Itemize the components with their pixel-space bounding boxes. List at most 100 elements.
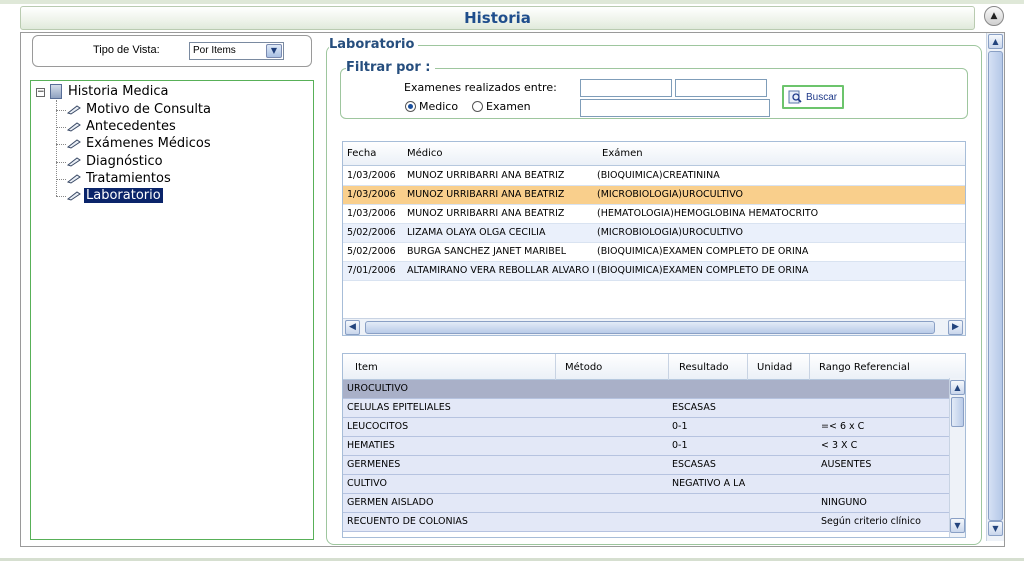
table-cell: LIZAMA OLAYA OLGA CECILIA — [407, 227, 546, 238]
chevron-down-icon[interactable]: ▼ — [266, 44, 282, 58]
tree-connector — [56, 144, 66, 146]
date-to-input[interactable] — [675, 79, 767, 97]
tree-connector — [56, 178, 66, 180]
exams-hscroll-thumb[interactable] — [365, 321, 935, 334]
scroll-right-icon[interactable]: ▶ — [948, 320, 963, 335]
results-vscrollbar[interactable]: ▲ ▼ — [949, 378, 965, 537]
col-header-unidad[interactable]: Unidad — [757, 362, 792, 373]
tree-connector — [56, 196, 66, 197]
table-cell: NEGATIVO A LA — [672, 478, 746, 489]
table-cell: RECUENTO DE COLONIAS — [347, 516, 468, 527]
col-header-item[interactable]: Item — [355, 362, 378, 373]
col-header-resultado[interactable]: Resultado — [679, 362, 729, 373]
table-cell: CULTIVO — [347, 478, 387, 489]
vista-label: Tipo de Vista: — [93, 44, 160, 56]
tree-connector — [56, 161, 66, 163]
table-row[interactable]: GERMENES ESCASAS AUSENTES — [343, 456, 949, 475]
table-cell: 5/02/2006 — [347, 246, 396, 257]
col-divider — [747, 354, 748, 380]
table-row[interactable]: 5/02/2006 LIZAMA OLAYA OLGA CECILIA (MICRO… — [343, 224, 965, 243]
table-row[interactable]: 1/03/2006 MUÑOZ URRIBARRI ANA BEATRIZ (MIC… — [343, 186, 965, 205]
pencil-icon — [67, 139, 81, 149]
search-input[interactable] — [580, 99, 770, 117]
table-row[interactable]: 1/03/2006 MUÑOZ URRIBARRI ANA BEATRIZ (BIO… — [343, 167, 965, 186]
col-divider — [668, 354, 669, 380]
table-cell: 1/03/2006 — [347, 170, 396, 181]
scroll-down-icon[interactable]: ▼ — [950, 518, 965, 533]
table-cell: 0-1 — [672, 440, 688, 451]
date-range-label: Examenes realizados entre: — [404, 81, 557, 94]
table-cell: (BIOQUIMICA)EXAMEN COMPLETO DE ORINA — [597, 265, 809, 276]
group-label: UROCULTIVO — [347, 383, 409, 394]
table-row[interactable]: HEMATIES 0-1 < 3 X C — [343, 437, 949, 456]
tree-item-diagnostico[interactable]: Diagnóstico — [86, 154, 163, 169]
table-row[interactable]: CELULAS EPITELIALES ESCASAS — [343, 399, 949, 418]
radio-examen-label[interactable]: Examen — [486, 100, 531, 113]
table-cell: HEMATIES — [347, 440, 395, 451]
date-from-input[interactable] — [580, 79, 672, 97]
table-row[interactable]: 1/03/2006 MUÑOZ URRIBARRI ANA BEATRIZ (HEM… — [343, 205, 965, 224]
radio-medico-label[interactable]: Medico — [419, 100, 458, 113]
table-row[interactable]: GERMEN AISLADO NINGUNO — [343, 494, 949, 513]
tree-item-tratamientos[interactable]: Tratamientos — [86, 171, 171, 186]
vista-panel: Tipo de Vista: Por Items ▼ — [32, 35, 312, 67]
document-icon — [50, 84, 62, 99]
table-row[interactable]: LEUCOCITOS 0-1 =< 6 x C — [343, 418, 949, 437]
table-row[interactable]: RECUENTO DE COLONIAS Según criterio clíni… — [343, 513, 949, 532]
tree-connector — [56, 110, 66, 111]
table-cell: MUÑOZ URRIBARRI ANA BEATRIZ — [407, 170, 565, 181]
col-header-examen[interactable]: Exámen — [602, 148, 643, 159]
results-group-row[interactable]: UROCULTIVO — [343, 380, 949, 399]
col-header-fecha[interactable]: Fecha — [347, 148, 376, 159]
table-row[interactable]: 5/02/2006 BURGA SANCHEZ JANET MARIBEL (BIO… — [343, 243, 965, 262]
tree-item-antecedentes[interactable]: Antecedentes — [86, 119, 176, 134]
pencil-icon — [67, 191, 81, 201]
table-cell: 5/02/2006 — [347, 227, 396, 238]
tree-root-label[interactable]: Historia Medica — [68, 84, 168, 99]
vista-selected-value: Por Items — [193, 45, 236, 56]
table-cell: < 3 X C — [821, 440, 858, 451]
table-cell: (BIOQUIMICA)CREATININA — [597, 170, 720, 181]
buscar-button[interactable]: Buscar — [782, 85, 844, 109]
table-cell: (HEMATOLOGIA)HEMOGLOBINA HEMATOCRITO — [597, 208, 819, 219]
table-cell: (MICROBIOLOGIA)UROCULTIVO — [597, 227, 744, 238]
title-bar: Historia — [20, 6, 975, 30]
pencil-icon — [67, 105, 81, 115]
results-grid: Item Método Resultado Unidad Rango Refer… — [342, 353, 966, 538]
table-cell: LEUCOCITOS — [347, 421, 409, 432]
table-cell: ESCASAS — [672, 459, 716, 470]
table-row[interactable]: 7/01/2006 ALTAMIRANO VERA REBOLLAR ALVARO… — [343, 262, 965, 281]
col-header-medico[interactable]: Médico — [407, 148, 443, 159]
tree-item-motivo-consulta[interactable]: Motivo de Consulta — [86, 102, 211, 117]
exams-grid: Fecha Médico Exámen 1/03/2006 MUÑOZ URRIB… — [342, 141, 966, 336]
radio-selected-dot — [408, 104, 413, 109]
table-cell: 1/03/2006 — [347, 208, 396, 219]
tree-item-examenes-medicos[interactable]: Exámenes Médicos — [86, 136, 211, 151]
results-grid-header: Item Método Resultado Unidad Rango Refer… — [343, 354, 965, 380]
exams-grid-header: Fecha Médico Exámen — [343, 142, 965, 166]
page-scroll-up-icon[interactable]: ▲ — [988, 34, 1003, 49]
results-vscroll-thumb[interactable] — [951, 397, 964, 427]
page-scroll-down-icon[interactable]: ▼ — [988, 521, 1003, 536]
top-rule — [0, 0, 1024, 4]
table-cell: 1/03/2006 — [347, 189, 396, 200]
radio-medico[interactable] — [405, 101, 416, 112]
tree-item-laboratorio[interactable]: Laboratorio — [84, 188, 163, 203]
table-cell: (MICROBIOLOGIA)UROCULTIVO — [597, 189, 744, 200]
scroll-up-icon[interactable]: ▲ — [950, 380, 965, 395]
table-row[interactable]: CULTIVO NEGATIVO A LA — [343, 475, 949, 494]
collapse-up-icon[interactable]: ▲ — [984, 6, 1004, 26]
tree-collapse-icon[interactable]: − — [36, 88, 45, 97]
col-header-metodo[interactable]: Método — [565, 362, 602, 373]
page-vscrollbar[interactable]: ▲ ▼ — [986, 33, 1004, 541]
vista-select[interactable]: Por Items ▼ — [189, 42, 284, 60]
radio-examen[interactable] — [472, 101, 483, 112]
page-vscroll-thumb[interactable] — [988, 51, 1003, 521]
exams-hscrollbar[interactable]: ◀ ▶ — [343, 318, 965, 335]
scroll-left-icon[interactable]: ◀ — [345, 320, 360, 335]
pencil-icon — [67, 122, 81, 132]
col-header-rango[interactable]: Rango Referencial — [819, 362, 910, 373]
table-cell: NINGUNO — [821, 497, 867, 508]
table-cell: GERMENES — [347, 459, 401, 470]
col-divider — [809, 354, 810, 380]
